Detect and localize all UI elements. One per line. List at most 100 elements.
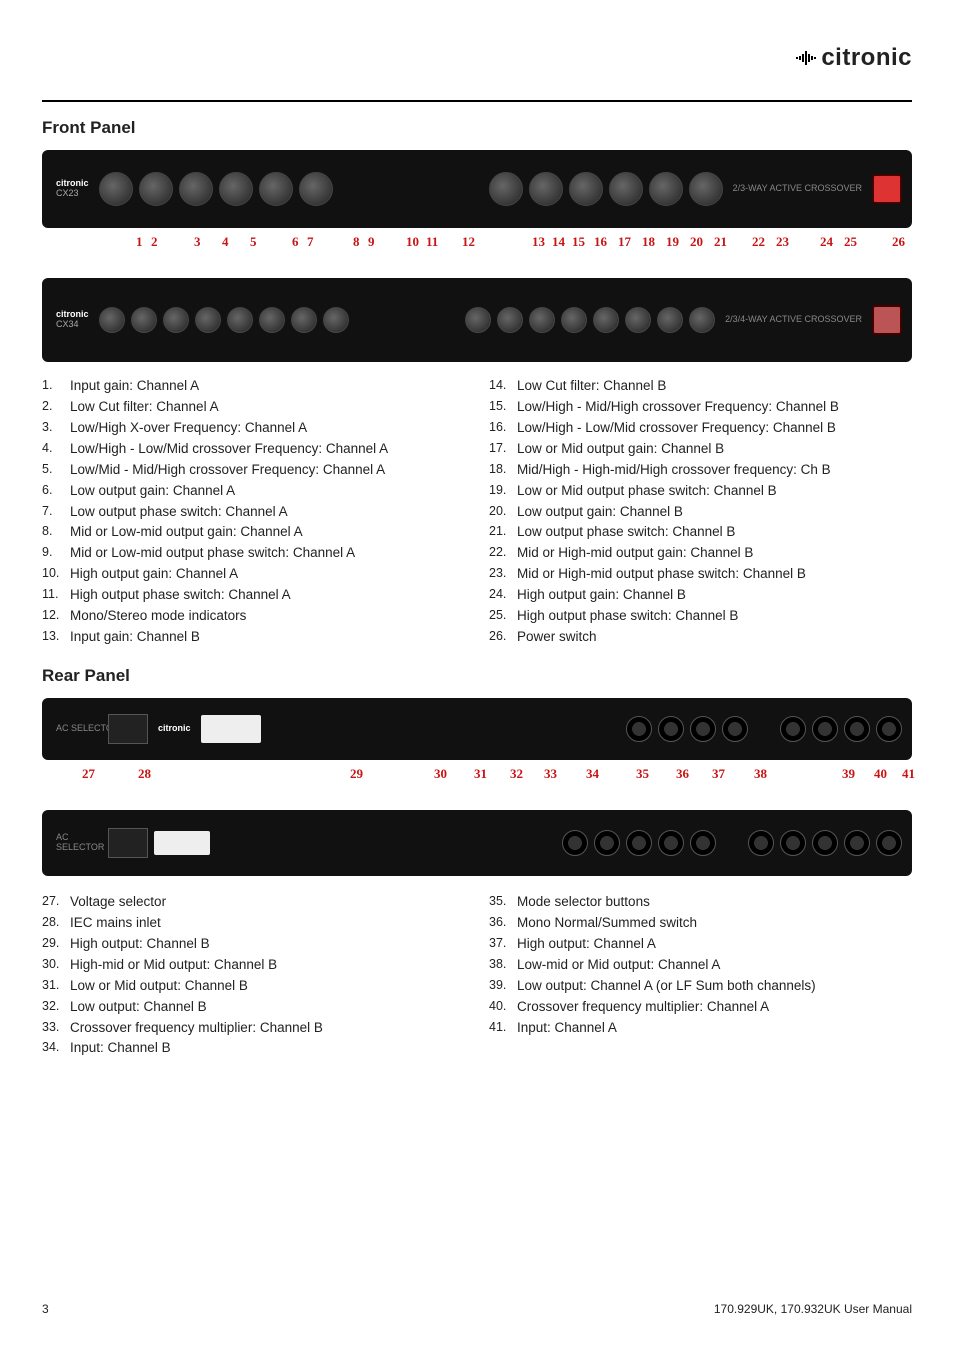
front-callout-row: 1 2 3 4 5 6 7 8 9 10 11 12 13 14 15 16 1… (42, 234, 912, 270)
header-rule (42, 100, 912, 102)
device-type-label: 2/3-WAY ACTIVE CROSSOVER (729, 184, 866, 194)
list-item: 35.Mode selector buttons (489, 892, 912, 913)
list-item-number: 30. (42, 955, 70, 976)
list-item-text: Low output: Channel B (70, 997, 207, 1018)
brand-text: citronic (821, 44, 912, 72)
list-item-text: High output phase switch: Channel A (70, 585, 291, 606)
front-legend-left: 1.Input gain: Channel A2.Low Cut filter:… (42, 376, 465, 648)
list-item: 27.Voltage selector (42, 892, 465, 913)
list-item-number: 31. (42, 976, 70, 997)
list-item-text: Mono Normal/Summed switch (517, 913, 697, 934)
device-type-label: 2/3/4-WAY ACTIVE CROSSOVER (721, 315, 866, 325)
power-icon (872, 305, 902, 335)
list-item-number: 38. (489, 955, 517, 976)
list-item-text: IEC mains inlet (70, 913, 161, 934)
list-item: 17.Low or Mid output gain: Channel B (489, 439, 912, 460)
list-item: 18.Mid/High - High-mid/High crossover fr… (489, 460, 912, 481)
list-item-number: 15. (489, 397, 517, 418)
list-item-number: 34. (42, 1038, 70, 1059)
list-item-number: 27. (42, 892, 70, 913)
list-item: 10.High output gain: Channel A (42, 564, 465, 585)
list-item-text: High output: Channel B (70, 934, 210, 955)
list-item: 1.Input gain: Channel A (42, 376, 465, 397)
list-item-number: 41. (489, 1018, 517, 1039)
list-item-number: 29. (42, 934, 70, 955)
list-item-number: 9. (42, 543, 70, 564)
list-item-text: Mid or Low-mid output phase switch: Chan… (70, 543, 355, 564)
front-panel-legend: 1.Input gain: Channel A2.Low Cut filter:… (42, 376, 912, 648)
list-item: 12.Mono/Stereo mode indicators (42, 606, 465, 627)
list-item-number: 22. (489, 543, 517, 564)
list-item-text: Mid or Low-mid output gain: Channel A (70, 522, 303, 543)
list-item-text: Low/High - Low/Mid crossover Frequency: … (517, 418, 836, 439)
list-item: 8.Mid or Low-mid output gain: Channel A (42, 522, 465, 543)
list-item-text: High output gain: Channel B (517, 585, 686, 606)
list-item-text: Crossover frequency multiplier: Channel … (517, 997, 769, 1018)
list-item-number: 25. (489, 606, 517, 627)
list-item-number: 8. (42, 522, 70, 543)
list-item-text: Mid/High - High-mid/High crossover frequ… (517, 460, 831, 481)
list-item-text: Low output: Channel A (or LF Sum both ch… (517, 976, 816, 997)
list-item: 36.Mono Normal/Summed switch (489, 913, 912, 934)
list-item-number: 21. (489, 522, 517, 543)
list-item: 16.Low/High - Low/Mid crossover Frequenc… (489, 418, 912, 439)
list-item-number: 6. (42, 481, 70, 502)
rear-callout-row: 27 28 29 30 31 32 33 34 35 36 37 38 39 4… (42, 766, 912, 802)
list-item: 5.Low/Mid - Mid/High crossover Frequency… (42, 460, 465, 481)
list-item-text: Voltage selector (70, 892, 166, 913)
list-item: 31.Low or Mid output: Channel B (42, 976, 465, 997)
rear-legend-right: 35.Mode selector buttons36.Mono Normal/S… (489, 892, 912, 1059)
list-item-number: 4. (42, 439, 70, 460)
list-item-text: High output phase switch: Channel B (517, 606, 738, 627)
doc-id: 170.929UK, 170.932UK User Manual (714, 1302, 912, 1316)
list-item-text: Low/High - Low/Mid crossover Frequency: … (70, 439, 388, 460)
rear-panel-heading: Rear Panel (42, 666, 912, 686)
list-item: 32.Low output: Channel B (42, 997, 465, 1018)
list-item-text: Crossover frequency multiplier: Channel … (70, 1018, 323, 1039)
list-item: 4.Low/High - Low/Mid crossover Frequency… (42, 439, 465, 460)
front-panel-image-cx34: citronic CX34 2/3/4-WAY ACTIVE CROSSOVER (42, 278, 912, 362)
list-item-number: 16. (489, 418, 517, 439)
brand-logo: citronic (795, 44, 912, 72)
list-item-text: Low Cut filter: Channel A (70, 397, 219, 418)
list-item-text: Input gain: Channel B (70, 627, 200, 648)
list-item-number: 18. (489, 460, 517, 481)
list-item: 26.Power switch (489, 627, 912, 648)
list-item-number: 10. (42, 564, 70, 585)
list-item: 22.Mid or High-mid output gain: Channel … (489, 543, 912, 564)
list-item-number: 35. (489, 892, 517, 913)
list-item: 30.High-mid or Mid output: Channel B (42, 955, 465, 976)
list-item-text: Low or Mid output: Channel B (70, 976, 248, 997)
list-item-text: Mono/Stereo mode indicators (70, 606, 246, 627)
device-brand: citronic CX34 (52, 310, 93, 330)
page-footer: 3 170.929UK, 170.932UK User Manual (42, 1302, 912, 1316)
list-item: 2.Low Cut filter: Channel A (42, 397, 465, 418)
list-item-text: Low-mid or Mid output: Channel A (517, 955, 720, 976)
list-item-text: Low or Mid output phase switch: Channel … (517, 481, 777, 502)
list-item: 13.Input gain: Channel B (42, 627, 465, 648)
page-number: 3 (42, 1302, 49, 1316)
list-item-number: 40. (489, 997, 517, 1018)
list-item-number: 26. (489, 627, 517, 648)
speaker-icon (795, 48, 817, 68)
list-item-text: Input: Channel B (70, 1038, 171, 1059)
list-item-number: 2. (42, 397, 70, 418)
list-item: 38.Low-mid or Mid output: Channel A (489, 955, 912, 976)
list-item: 24.High output gain: Channel B (489, 585, 912, 606)
list-item: 6.Low output gain: Channel A (42, 481, 465, 502)
list-item-number: 24. (489, 585, 517, 606)
rear-panel-image-cx34: ACSELECTOR (42, 810, 912, 876)
rear-panel-image-cx23: AC SELECTOR citronic (42, 698, 912, 760)
list-item: 23.Mid or High-mid output phase switch: … (489, 564, 912, 585)
list-item-number: 1. (42, 376, 70, 397)
list-item-number: 11. (42, 585, 70, 606)
list-item-number: 12. (42, 606, 70, 627)
list-item-text: Input: Channel A (517, 1018, 617, 1039)
device-brand: citronic CX23 (52, 179, 93, 199)
list-item-number: 32. (42, 997, 70, 1018)
list-item: 34.Input: Channel B (42, 1038, 465, 1059)
list-item-number: 17. (489, 439, 517, 460)
list-item-number: 36. (489, 913, 517, 934)
list-item-text: Input gain: Channel A (70, 376, 199, 397)
list-item-number: 39. (489, 976, 517, 997)
